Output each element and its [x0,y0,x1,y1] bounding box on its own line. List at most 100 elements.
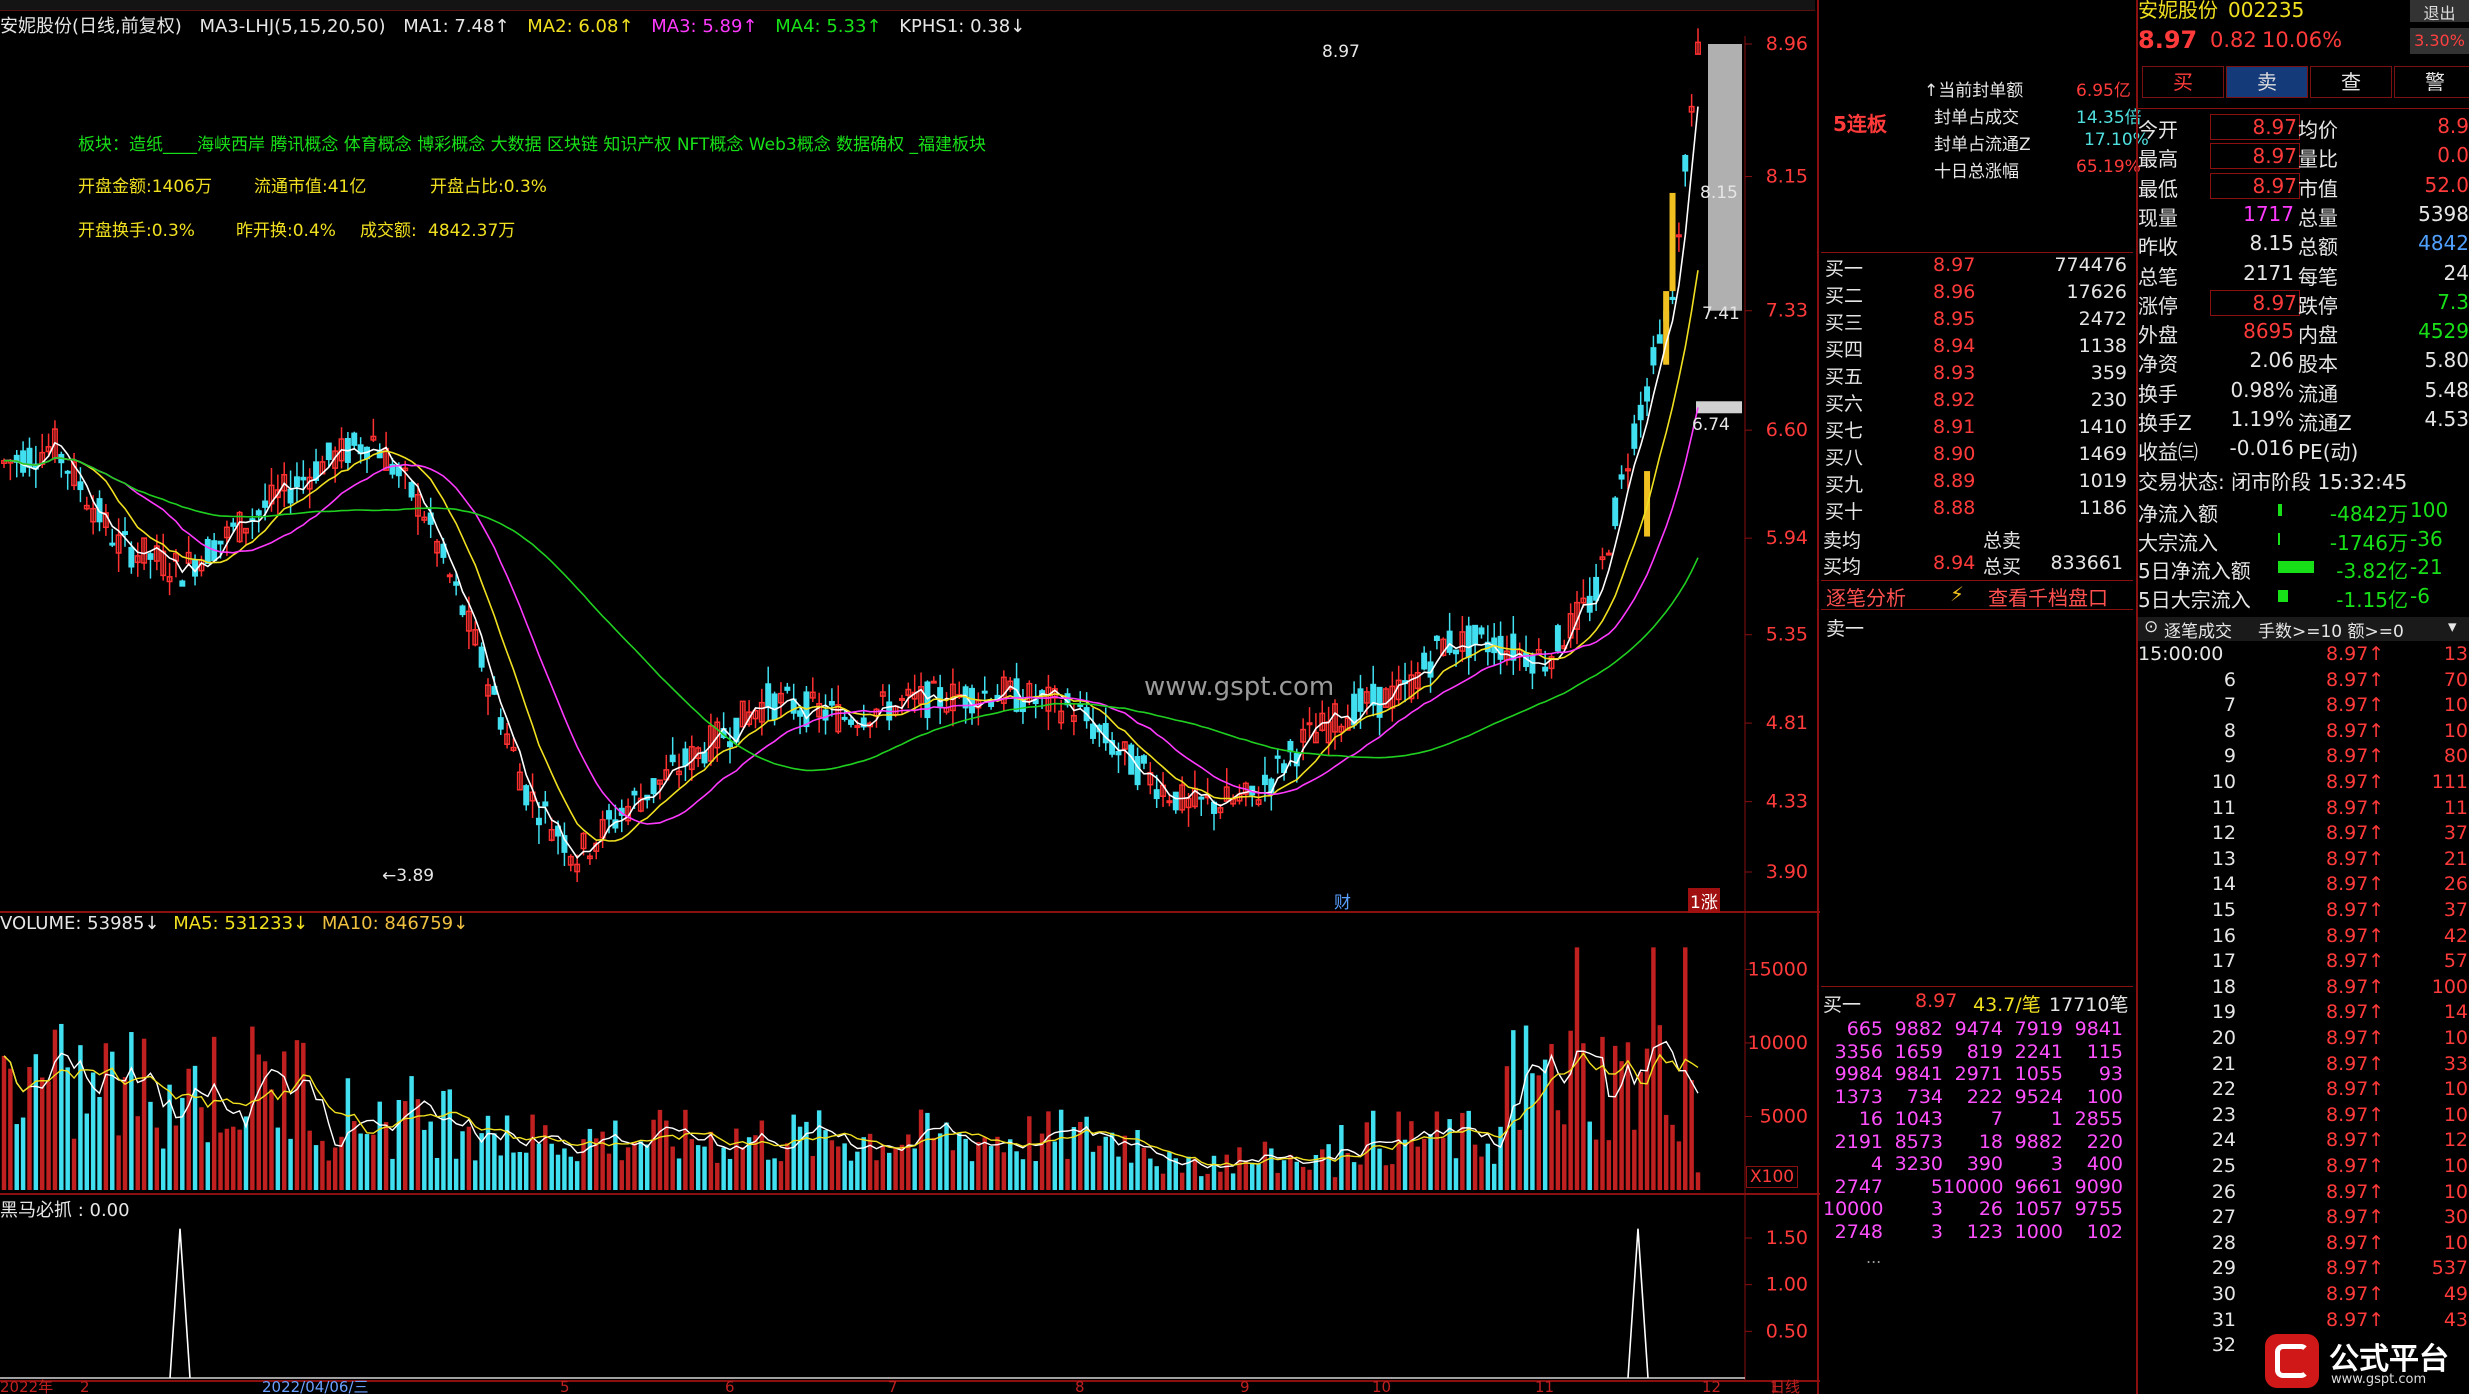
volume-bar [899,1144,905,1190]
buy-level-row[interactable]: 买六 8.92 230 [1823,389,2131,415]
ten-levels-link[interactable]: 查看千档盘口 [1988,582,2108,611]
volume-bar [523,1152,529,1190]
mark-815: 8.15 [1700,183,1738,203]
volume-bar [358,1133,363,1190]
volume-bar [1670,1124,1675,1190]
volume-bar [59,1023,64,1190]
volume-bar [549,1143,554,1190]
volume-bar [1562,1124,1567,1190]
volume-bar [141,1038,147,1190]
tick-row: 17 8.97↑ 57 [2211,950,2468,973]
volume-bar [110,1051,115,1190]
volume-bar [1058,1109,1064,1190]
volume-bar [1676,1141,1682,1190]
volume-bar [1383,1165,1389,1190]
tick-row: 29 8.97↑ 537 [2211,1257,2468,1280]
buy-level-row[interactable]: 买十 8.88 1186 [1823,497,2131,523]
buy-level-row[interactable]: 买二 8.96 17626 [1823,281,2131,307]
avg-sell-row: 卖均 总卖 [1823,530,2022,552]
watermark: www.gspt.com [1144,672,1335,702]
volume-bar [460,1131,465,1190]
cai-marker[interactable]: 财 [1334,888,1351,913]
volume-bar [1479,1156,1484,1190]
volume-bar [1122,1135,1128,1190]
volume-bar [1249,1162,1255,1190]
volume-bar [294,1040,300,1190]
buy-level-row[interactable]: 买一 8.97 774476 [1823,254,2131,280]
buy-level-row[interactable]: 买四 8.94 1138 [1823,335,2131,361]
volume-bar [492,1133,497,1190]
tick-row: 20 8.97↑ 10 [2211,1027,2468,1049]
volume-bar [1377,1148,1382,1190]
buy-level-row[interactable]: 买八 8.90 1469 [1823,443,2131,469]
mark-674: 6.74 [1692,415,1730,435]
volume-bar [1237,1147,1242,1190]
lower-tick-label: 1.00 [1766,1274,1808,1296]
buy-level-row[interactable]: 买九 8.89 1019 [1823,470,2131,496]
volume-bar [39,1077,45,1190]
volume-bar [1434,1111,1440,1190]
zhang-marker[interactable]: 1涨 [1688,888,1720,913]
buy-level-row[interactable]: 买七 8.91 1410 [1823,416,2131,442]
volume-bar [810,1155,816,1190]
volume-bar [861,1137,866,1190]
flow-row: 5日净流入额 -3.82亿 -21 [2138,555,2443,583]
buy-level-row[interactable]: 买五 8.93 359 [1823,362,2131,388]
volume-bar [944,1122,949,1190]
volume-bar [1638,1071,1643,1190]
tick-row: 14 8.97↑ 26 [2211,873,2468,896]
low-mark: ←3.89 [382,866,435,886]
tick-row: 31 8.97↑ 43 [2211,1308,2468,1331]
volume-bar [797,1126,803,1190]
volume-bar [1027,1116,1032,1190]
volume-bar [390,1158,395,1190]
volume-bar [364,1134,370,1190]
exit-button[interactable]: 退出 [2410,0,2469,23]
volume-bar [116,1135,121,1190]
price-chart[interactable]: 8.96 8.15 7.33 6.60 5.94 5.35 4.81 4.33 3.90 1500… [0,0,1820,1394]
volume-bar [874,1160,879,1190]
volume-bar [1390,1164,1395,1190]
buy-level-row[interactable]: 买三 8.95 2472 [1823,308,2131,334]
volume-bar [269,1089,274,1190]
tick-analysis-tab[interactable]: 逐笔分析 [1826,582,1906,611]
quote-row: 今开 8.97 均价 8.9 [2138,114,2469,142]
volume-bar [765,1159,771,1190]
signal-spike [169,1228,191,1379]
volume-bar [759,1120,765,1190]
volume-bar [1466,1110,1471,1190]
queue-more[interactable]: ... [1866,1248,1881,1267]
quote-row: 涨停 8.97 跌停 7.3 [2138,289,2469,318]
volume-bar [772,1158,777,1190]
volume-bar [1262,1141,1268,1190]
volume-bar [1415,1146,1421,1190]
quote-stock-title: 安妮股份 002235 [2138,0,2305,22]
volume-bar [301,1042,306,1190]
volume-bar [1128,1162,1134,1190]
quote-row: 最高 8.97 量比 0.0 [2138,143,2469,172]
sell-button[interactable]: 卖 [2226,66,2308,98]
y-tick-label: 4.33 [1766,791,1808,813]
queue-row: 16 1043 7 1 2855 [1858,1108,2123,1130]
volume-bar [186,1068,191,1190]
volume-bar [1179,1172,1185,1190]
volume-bar [657,1109,663,1190]
buy-button[interactable]: 买 [2142,66,2224,98]
volume-bar [237,1129,242,1190]
queue-row: 2748 3 123 1000 102 [1834,1220,2123,1243]
volume-bar [517,1151,523,1190]
tick-row: 18 8.97↑ 100 [2211,975,2468,998]
avg-buy-row: 买均 8.94 总买 833661 [1823,552,2123,578]
alert-button[interactable]: 警 [2394,66,2469,98]
query-button[interactable]: 查 [2310,66,2392,98]
volume-bar [441,1090,446,1190]
volume-bar [326,1160,332,1190]
volume-bar [1320,1149,1325,1190]
vol-ma10-label: MA10: 846759↓ [321,913,469,934]
volume-bar [160,1148,166,1190]
volume-bar [1530,1073,1535,1190]
volume-bar [1154,1166,1159,1190]
volume-bar [485,1115,491,1190]
volume-bar [275,1127,281,1190]
volume-bar [256,1054,261,1190]
